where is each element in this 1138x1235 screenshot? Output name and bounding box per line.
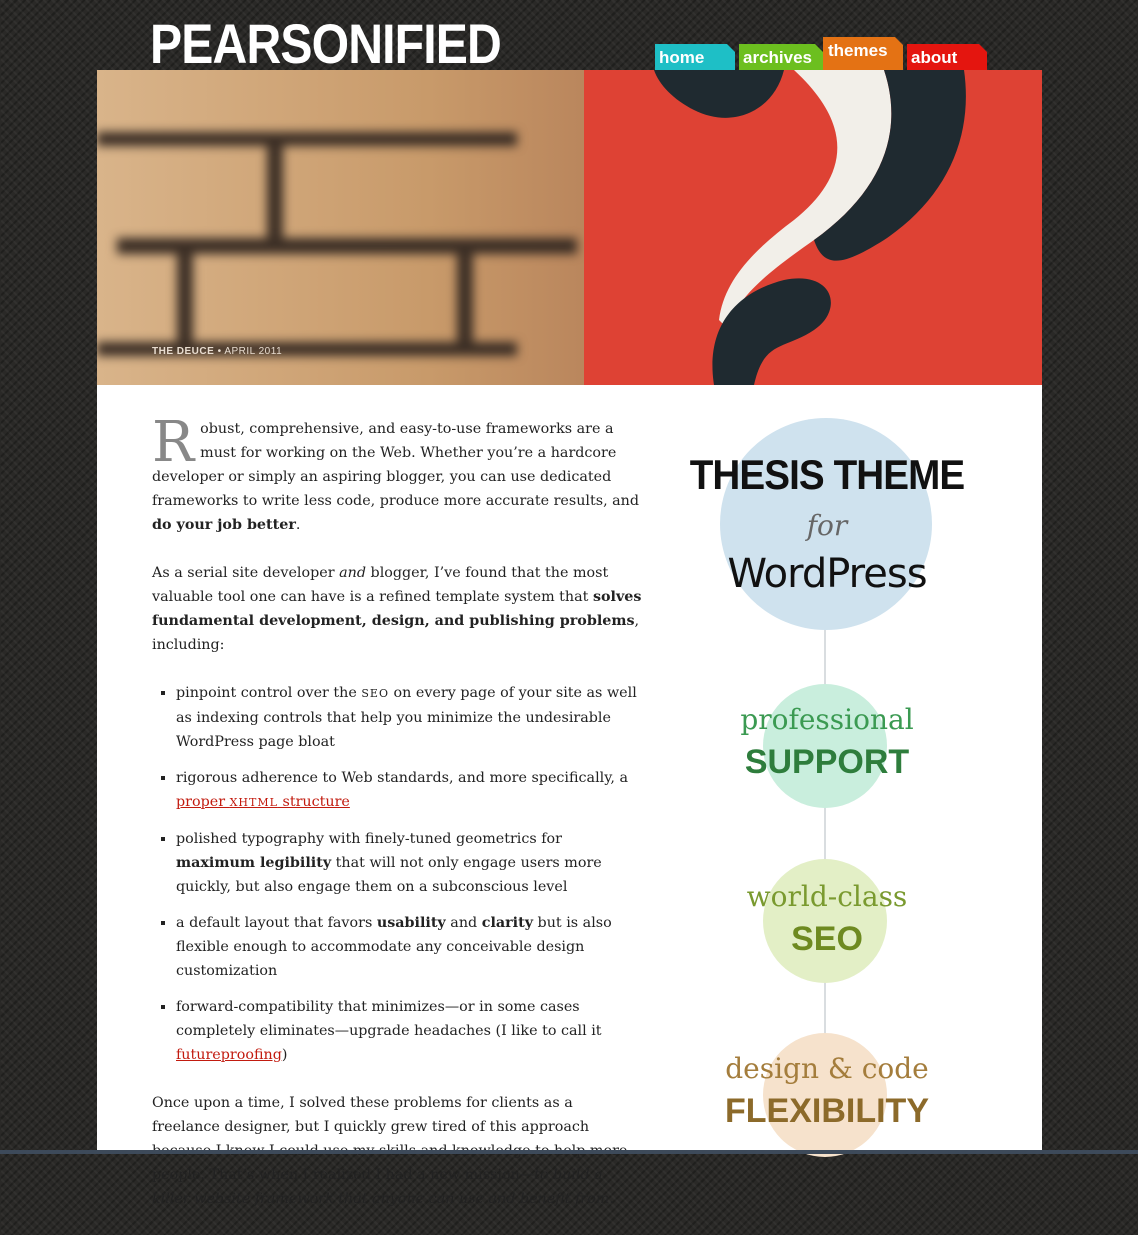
promo-feature-1-small: professional (740, 703, 914, 736)
nav-tab-home[interactable]: home (655, 44, 735, 72)
hero-red-panel (584, 70, 1042, 385)
promo-for: for (806, 509, 848, 542)
i1-a: pinpoint control over the (176, 685, 362, 701)
i5-a: forward-compatibility that minimizes—or … (176, 999, 602, 1039)
promo-platform: WordPress (727, 551, 927, 597)
nav-tab-archives[interactable]: archives (739, 44, 823, 72)
hero-caption-date: APRIL 2011 (224, 346, 283, 357)
p1-text: obust, comprehensive, and easy-to-use fr… (152, 421, 640, 509)
i2-link-a: proper (176, 794, 230, 810)
xhtml-structure-link[interactable]: proper XHTML structure (176, 794, 350, 810)
i4-bold1: usability (376, 915, 446, 931)
list-item: rigorous adherence to Web standards, and… (176, 766, 642, 815)
promo-feature-2-small: world-class (746, 880, 908, 913)
i1-sc: SEO (361, 687, 389, 700)
promo-feature-2-big: SEO (791, 920, 863, 958)
hero-image: THE DEUCE • APRIL 2011 (97, 70, 1042, 385)
p2-em: and (339, 565, 366, 581)
i5-b: ) (281, 1047, 288, 1063)
p1-end: . (295, 517, 301, 533)
hero-caption-sep: • (214, 346, 225, 357)
content-area: Robust, comprehensive, and easy-to-use f… (97, 385, 1042, 1207)
bottom-edge-bar (0, 1150, 1138, 1154)
i2-link-sc: XHTML (229, 796, 278, 809)
list-item: polished typography with finely-tuned ge… (176, 827, 642, 899)
nav-tab-themes[interactable]: themes (823, 37, 903, 70)
hero-caption: THE DEUCE • APRIL 2011 (152, 346, 282, 357)
i4-a: a default layout that favors (176, 915, 377, 931)
i3-a: polished typography with finely-tuned ge… (176, 831, 563, 847)
i4-b: and (445, 915, 482, 931)
i4-bold2: clarity (481, 915, 534, 931)
drop-cap: R (152, 410, 195, 475)
promo-title: THESIS THEME (689, 451, 965, 498)
i2-a: rigorous adherence to Web standards, and… (176, 770, 629, 786)
paragraph-2: As a serial site developer and blogger, … (152, 561, 642, 657)
thesis-promo[interactable]: THESIS THEME for WordPress professional … (652, 385, 1002, 1157)
list-item: pinpoint control over the SEO on every p… (176, 681, 642, 754)
i3-bold: maximum legibility (176, 855, 332, 871)
features-list: pinpoint control over the SEO on every p… (152, 681, 642, 1067)
hero-brick-wall (97, 70, 597, 385)
numeral-two-graphic (654, 70, 966, 385)
promo-feature-1-big: SUPPORT (744, 743, 910, 781)
nav-tab-about[interactable]: about (907, 44, 987, 72)
intro-article: Robust, comprehensive, and easy-to-use f… (152, 410, 642, 1235)
promo-feature-3-big: FLEXIBILITY (725, 1092, 929, 1130)
promo-feature-3-small: design & code (725, 1052, 929, 1085)
site-logo[interactable]: PEARSONIFIED (150, 14, 502, 74)
list-item: a default layout that favors usability a… (176, 911, 642, 983)
i2-link-b: structure (277, 794, 350, 810)
futureproofing-link[interactable]: futureproofing (176, 1047, 282, 1063)
hero-caption-title: THE DEUCE (152, 346, 215, 357)
paragraph-1: Robust, comprehensive, and easy-to-use f… (152, 410, 642, 537)
p2-text-a: As a serial site developer (152, 565, 340, 581)
p1-bold: do your job better (152, 517, 296, 533)
list-item: forward-compatibility that minimizes—or … (176, 995, 642, 1067)
